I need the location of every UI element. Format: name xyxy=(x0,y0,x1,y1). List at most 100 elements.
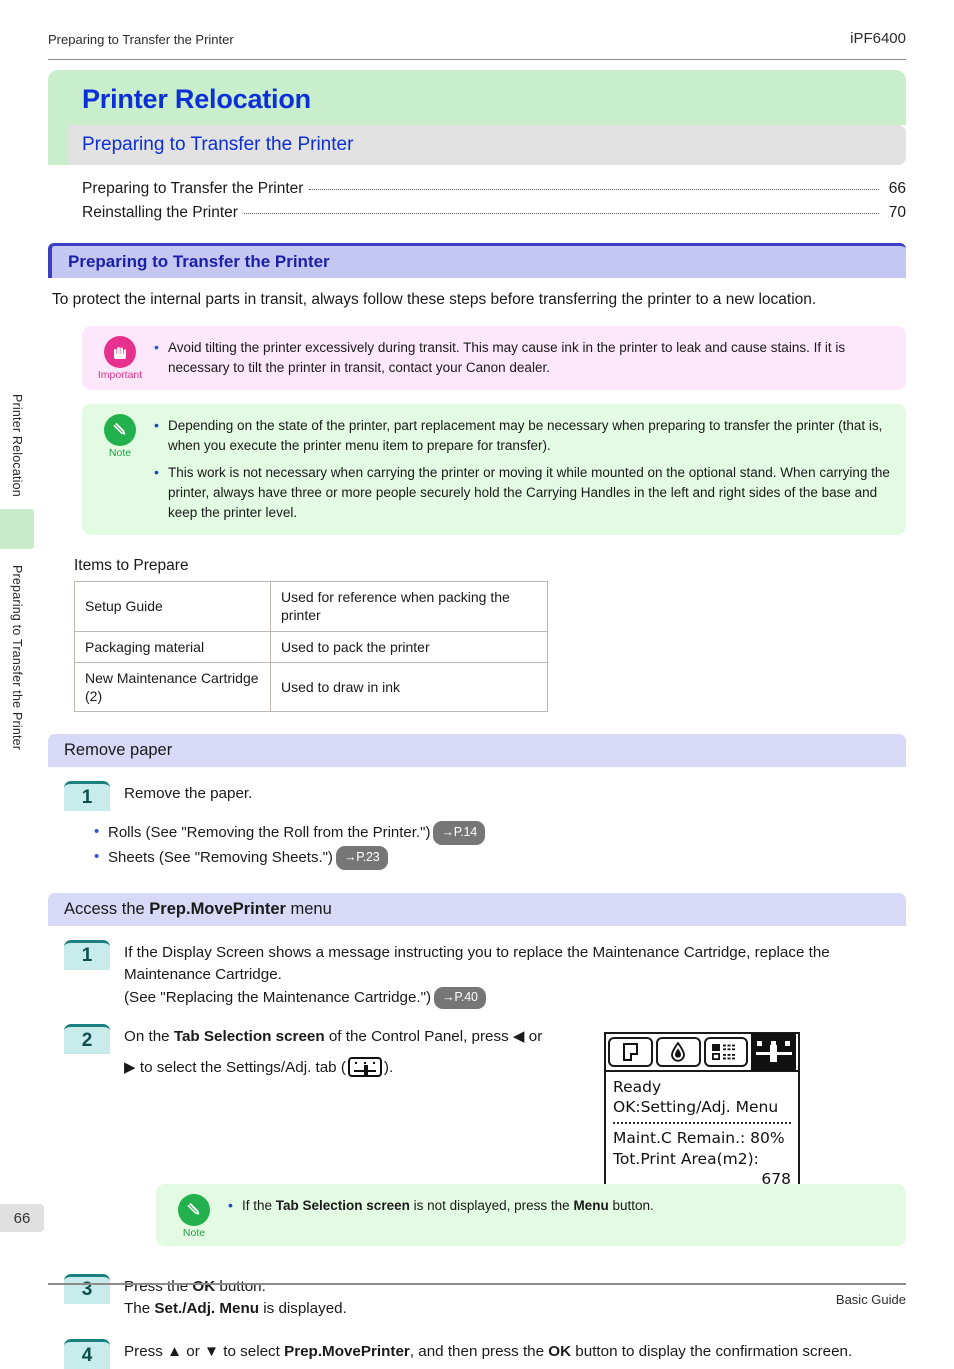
step-number-badge: 2 xyxy=(64,1024,110,1055)
step-remove-paper-1: 1 Remove the paper. xyxy=(48,781,906,812)
arrow-left-icon: ◀ xyxy=(512,1028,525,1046)
subsection-bold-term: Prep.MovePrinter xyxy=(149,899,286,918)
important-list: Avoid tilting the printer excessively du… xyxy=(154,337,890,379)
items-to-prepare-label: Items to Prepare xyxy=(74,557,189,575)
lcd-ink-tab[interactable] xyxy=(655,1037,701,1068)
note-part2: is not displayed, press the xyxy=(409,1197,574,1213)
lcd-status-line: Ready xyxy=(613,1078,662,1097)
step3-part2: button. xyxy=(215,1277,266,1295)
step4-part2: , and then press the xyxy=(409,1343,549,1361)
step2-part2: of the Control Panel, press xyxy=(324,1028,513,1046)
toc-entry[interactable]: Reinstalling the Printer 70 xyxy=(82,201,906,225)
step-number-badge: 1 xyxy=(64,939,110,970)
important-list-item: Avoid tilting the printer excessively du… xyxy=(154,337,890,379)
step2-part3: or xyxy=(524,1028,543,1046)
lcd-divider xyxy=(613,1122,791,1125)
sidebar-tab-preparing-to-transfer[interactable]: Preparing to Transfer the Printer xyxy=(10,561,24,754)
toc-entry[interactable]: Preparing to Transfer the Printer 66 xyxy=(82,177,906,201)
footer-guide-label: Basic Guide xyxy=(835,1292,906,1307)
toc-leader-dots xyxy=(243,213,879,215)
step4-bold-prep-moveprinter: Prep.MovePrinter xyxy=(284,1343,410,1361)
step-text: Press ▲ or ▼ to select Prep.MovePrinter,… xyxy=(124,1339,906,1369)
important-icon-group: Important xyxy=(96,335,144,381)
step3-part4: is displayed. xyxy=(259,1300,347,1318)
note-list: Depending on the state of the printer, p… xyxy=(154,415,890,524)
step2-bold-tab-selection: Tab Selection screen xyxy=(173,1028,325,1046)
intro-paragraph: To protect the internal parts in transit… xyxy=(52,291,817,309)
page-number: 66 xyxy=(0,1204,44,1232)
printer-display-screen: Ready OK:Setting/Adj. Menu Maint.C Remai… xyxy=(604,1032,800,1197)
table-row: New Maintenance Cartridge (2) Used to dr… xyxy=(74,661,548,713)
sidebar-tab-printer-relocation[interactable]: Printer Relocation xyxy=(10,390,24,501)
table-cell-item: New Maintenance Cartridge (2) xyxy=(74,661,271,713)
subsection-suffix: menu xyxy=(285,899,332,918)
lcd-job-tab[interactable] xyxy=(703,1037,749,1068)
step-text: If the Display Screen shows a message in… xyxy=(124,940,906,1010)
step-number-badge: 4 xyxy=(64,1339,110,1369)
table-row: Setup Guide Used for reference when pack… xyxy=(74,581,548,632)
step-number-badge: 3 xyxy=(64,1273,110,1304)
header-running-title: Preparing to Transfer the Printer xyxy=(48,32,234,47)
list-item: Rolls (See "Removing the Roll from the P… xyxy=(94,820,906,846)
paper-icon xyxy=(622,1043,638,1062)
lcd-maintenance-remain-line: Maint.C Remain.: 80% xyxy=(613,1129,785,1148)
step-line-2: (See "Replacing the Maintenance Cartridg… xyxy=(124,989,432,1007)
step3-part3: The xyxy=(124,1300,155,1318)
note-list-item: This work is not necessary when carrying… xyxy=(154,462,890,524)
lcd-message-area: Ready OK:Setting/Adj. Menu Maint.C Remai… xyxy=(606,1072,798,1195)
note-part3: button. xyxy=(608,1197,654,1213)
pencil-icon xyxy=(104,414,136,446)
important-callout: Important Avoid tilting the printer exce… xyxy=(82,325,906,390)
settings-adj-icon xyxy=(754,1039,794,1065)
note-part1: If the xyxy=(242,1197,276,1213)
step4-bold-ok: OK xyxy=(548,1343,572,1361)
sidebar-tabs: Printer Relocation Preparing to Transfer… xyxy=(0,390,34,754)
lcd-tab-strip xyxy=(606,1033,798,1073)
subsection-prefix: Access the xyxy=(64,899,150,918)
important-caption: Important xyxy=(97,368,143,381)
note-icon-group: Note xyxy=(170,1193,218,1239)
page-reference-badge[interactable]: →P.14 xyxy=(433,821,486,845)
note-list: If the Tab Selection screen is not displ… xyxy=(228,1195,890,1216)
page-reference-badge[interactable]: →P.23 xyxy=(335,845,388,870)
table-cell-item: Packaging material xyxy=(74,630,271,663)
note-bold-tab-selection: Tab Selection screen xyxy=(275,1197,410,1213)
note-bold-menu: Menu xyxy=(573,1197,609,1213)
arrow-right-icon: ▶ xyxy=(124,1058,136,1076)
subsection-remove-paper: Remove paper xyxy=(48,734,906,768)
step3-bold-setadj: Set./Adj. Menu xyxy=(154,1300,260,1318)
section-title: Preparing to Transfer the Printer xyxy=(82,134,354,155)
sidebar-active-chip xyxy=(0,508,34,549)
note-list-item: If the Tab Selection screen is not displ… xyxy=(228,1195,890,1216)
hand-stop-icon xyxy=(104,335,136,368)
lcd-ok-hint-line: OK:Setting/Adj. Menu xyxy=(613,1098,779,1117)
step2-part4: to select the Settings/Adj. tab ( xyxy=(135,1058,346,1076)
toc-leader-dots xyxy=(309,189,879,190)
toc-entry-label: Reinstalling the Printer xyxy=(82,204,238,222)
chapter-banner: Printer Relocation xyxy=(48,70,906,125)
step-text: Press the OK button. The Set./Adj. Menu … xyxy=(124,1274,906,1322)
note-callout: Note Depending on the state of the print… xyxy=(82,404,906,536)
step-access-3: 3 Press the OK button. The Set./Adj. Men… xyxy=(48,1273,906,1322)
step-line-1: If the Display Screen shows a message in… xyxy=(124,943,830,984)
table-row: Packaging material Used to pack the prin… xyxy=(74,630,548,663)
bullet-text: Rolls (See "Removing the Roll from the P… xyxy=(108,824,431,842)
step-access-4: 4 Press ▲ or ▼ to select Prep.MovePrinte… xyxy=(48,1339,906,1369)
step4-part3: button to display the confirmation scree… xyxy=(571,1343,853,1361)
step3-part1: Press the xyxy=(124,1277,193,1295)
table-of-contents: Preparing to Transfer the Printer 66 Rei… xyxy=(82,177,906,225)
toc-entry-page: 66 xyxy=(888,180,906,197)
remove-paper-bullets: Rolls (See "Removing the Roll from the P… xyxy=(94,820,906,871)
step-text: Remove the paper. xyxy=(124,785,253,803)
main-heading-bar: Preparing to Transfer the Printer xyxy=(48,243,906,279)
step-access-2-wrapper: 2 On the Tab Selection screen of the Con… xyxy=(48,1024,906,1197)
lcd-settings-adj-tab[interactable] xyxy=(751,1033,796,1072)
step-number-badge: 1 xyxy=(64,781,110,812)
table-cell-use: Used to draw in ink xyxy=(270,661,548,713)
pencil-icon xyxy=(178,1193,210,1226)
step2-part1: On the xyxy=(124,1028,174,1046)
table-cell-use: Used for reference when packing the prin… xyxy=(270,581,548,632)
page-reference-badge[interactable]: →P.40 xyxy=(434,987,486,1010)
step-access-1: 1 If the Display Screen shows a message … xyxy=(48,939,906,1010)
lcd-paper-tab[interactable] xyxy=(608,1037,653,1068)
